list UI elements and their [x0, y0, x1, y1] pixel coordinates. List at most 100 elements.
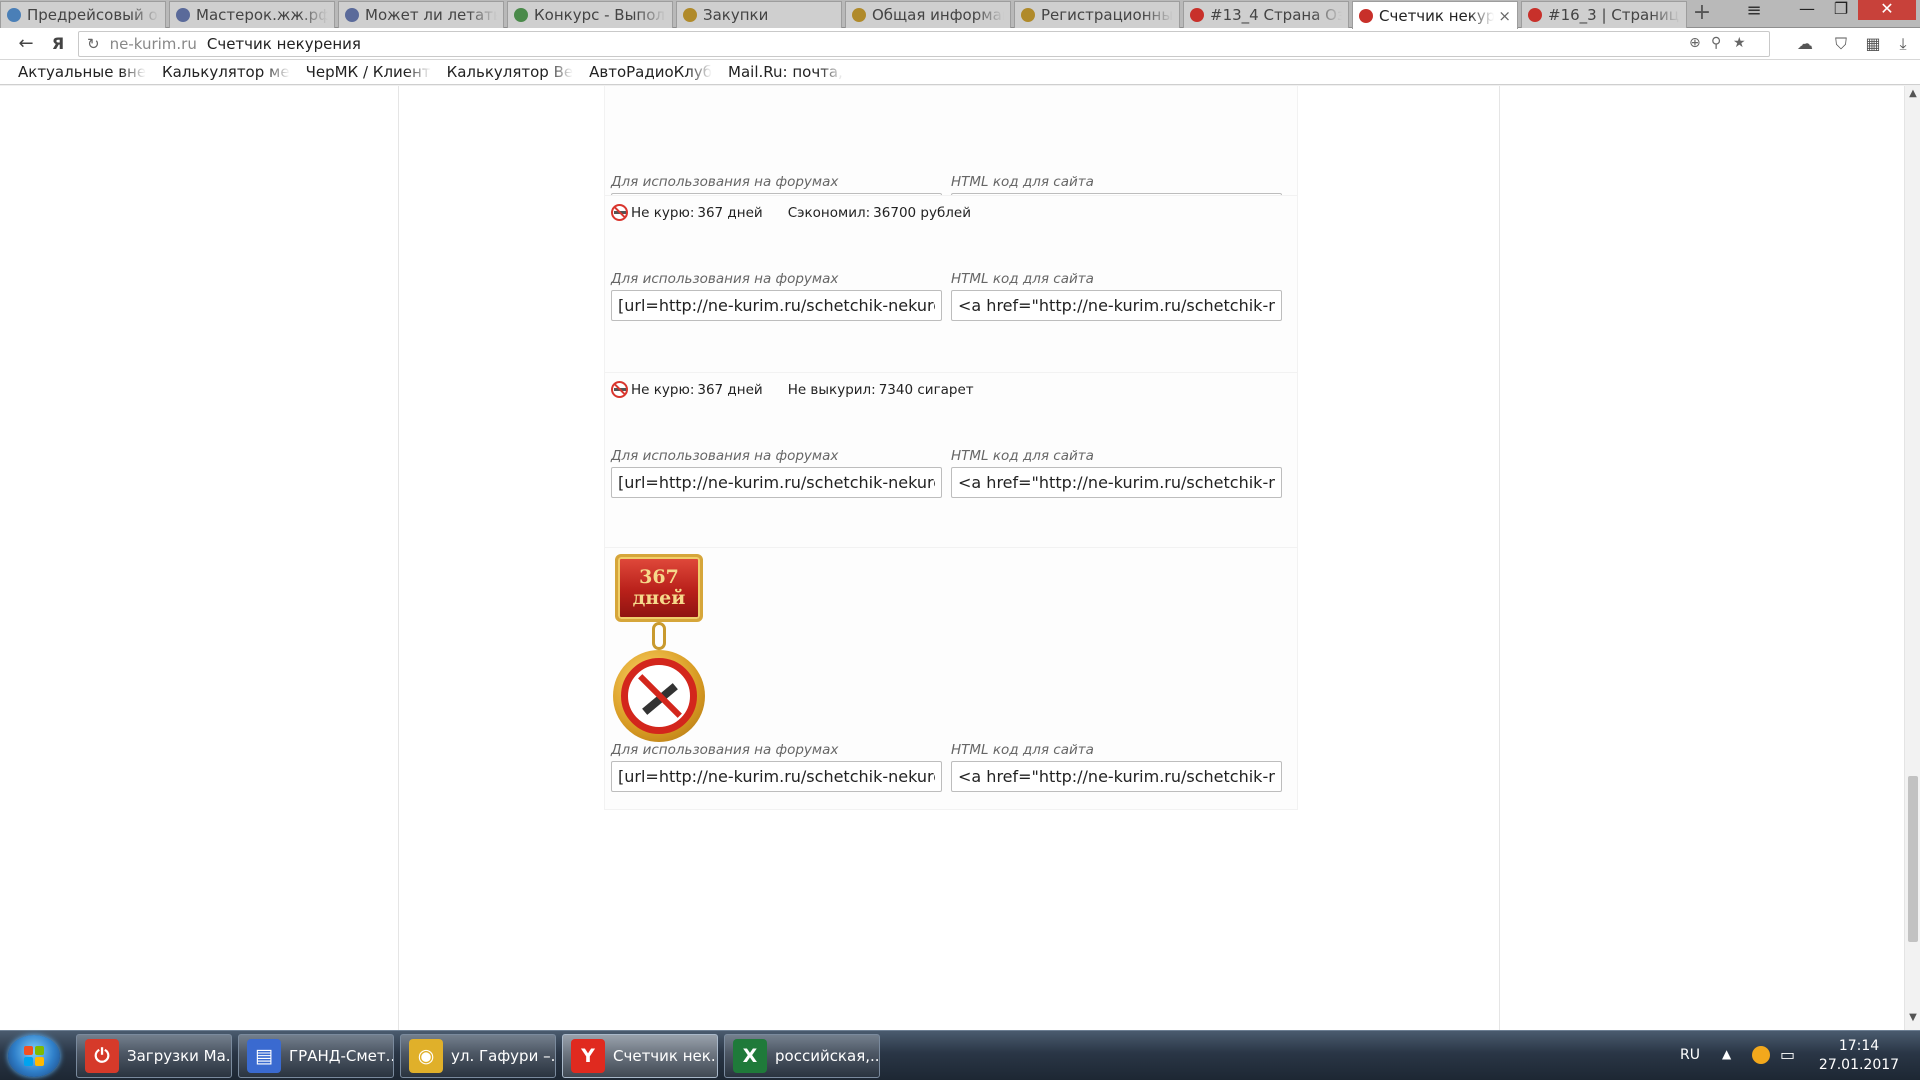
taskbar-task-0[interactable]: ⏻ Загрузки Ма...	[76, 1034, 232, 1078]
windows-logo-icon	[24, 1046, 44, 1066]
counter-label: Не выкурил:	[787, 381, 876, 398]
tab-3[interactable]: Конкурс - Выполнение	[507, 1, 673, 28]
clock-time: 17:14	[1838, 1038, 1880, 1054]
url-domain: ne-kurim.ru	[109, 35, 197, 53]
taskbar-task-4[interactable]: Xроссийская,...	[724, 1034, 880, 1078]
counter-money-value: 36700 рублей	[873, 204, 972, 221]
network-icon[interactable]: ▭	[1780, 1045, 1795, 1064]
forum-code-input[interactable]	[611, 467, 942, 498]
counter-line: Не курю: 367 дней Сэкономил: 36700 рубле…	[611, 204, 971, 221]
html-code-label: HTML код для сайта	[951, 271, 1094, 287]
browser-menu-button[interactable]: ≡	[1740, 0, 1768, 24]
emblem-icon	[1021, 8, 1035, 22]
tray-app-icon[interactable]	[1752, 1046, 1770, 1064]
medal-image: 367 дней	[613, 554, 705, 742]
windows-taskbar: ⏻ Загрузки Ма... ▤ ГРАНД-Смет... ◉ ул. Гафури…	[0, 1030, 1920, 1080]
emblem-icon	[852, 8, 866, 22]
scroll-down-arrow-icon[interactable]: ▼	[1905, 1012, 1920, 1026]
tab-2[interactable]: Может ли летать	[338, 1, 504, 28]
tab-title: Общая информация	[872, 6, 1004, 24]
bookmark-item[interactable]: Актуальные вне	[18, 63, 146, 81]
html-code-input[interactable]	[951, 467, 1282, 498]
tab-7[interactable]: #13_4 Страна Оз	[1183, 1, 1349, 28]
tab-4[interactable]: Закупки	[676, 1, 842, 28]
back-button[interactable]: ←	[14, 32, 38, 56]
tab-8[interactable]: Счетчик некурения×	[1352, 1, 1518, 29]
medal-inner-circle	[621, 658, 697, 734]
forum-code-label: Для использования на форумах	[611, 742, 839, 758]
forum-code-input[interactable]	[611, 290, 942, 321]
window-close-button[interactable]: ✕	[1858, 0, 1916, 20]
task-app-icon: ⏻	[85, 1039, 119, 1073]
yandex-logo-button[interactable]: Я	[46, 32, 70, 56]
forum-code-label: Для использования на форумах	[611, 271, 839, 287]
tab-title: #16_3 | Страница	[1548, 6, 1680, 24]
task-app-icon: ◉	[409, 1039, 443, 1073]
tab-9[interactable]: #16_3 | Страница	[1521, 1, 1687, 28]
url-field[interactable]: ↻ ne-kurim.ru Счетчик некурения ⊕ ⚲ ★	[78, 31, 1770, 57]
emblem-icon	[683, 8, 697, 22]
tab-title: Регистрационные	[1041, 6, 1173, 24]
user-icon	[176, 8, 190, 22]
no-smoking-icon	[611, 381, 628, 398]
window-maximize-button[interactable]: ❐	[1824, 0, 1858, 20]
counter-label: Не курю:	[631, 204, 695, 221]
tab-5[interactable]: Общая информация	[845, 1, 1011, 28]
task-label: ГРАНД-Смет...	[289, 1047, 393, 1065]
address-bar: ← Я ↻ ne-kurim.ru Счетчик некурения ⊕ ⚲ …	[0, 28, 1920, 60]
user-icon	[345, 8, 359, 22]
bookmark-star-icon[interactable]: ★	[1733, 35, 1746, 51]
tab-title: #13_4 Страна Оз	[1210, 6, 1342, 24]
system-clock[interactable]: 17:14 27.01.2017	[1810, 1037, 1908, 1075]
html-code-label: HTML код для сайта	[951, 448, 1094, 464]
protect-icon[interactable]: ⊕	[1689, 35, 1701, 51]
task-label: ул. Гафури –...	[451, 1047, 555, 1065]
medal-days-word: дней	[632, 587, 686, 609]
clock-date: 27.01.2017	[1818, 1057, 1900, 1073]
heart-icon	[1359, 8, 1373, 23]
medal-plate: 367 дней	[615, 554, 703, 622]
counter-label: Не курю:	[631, 381, 695, 398]
html-code-input[interactable]	[951, 761, 1282, 792]
extension-flag-icon[interactable]: ▦	[1862, 33, 1884, 55]
tab-0[interactable]: Предрейсовый осмотр	[0, 1, 166, 28]
start-button[interactable]	[8, 1035, 60, 1077]
heart-icon	[1190, 8, 1204, 22]
taskbar-task-3[interactable]: Y Счетчик нек...	[562, 1034, 718, 1078]
bookmark-item[interactable]: АвтоРадиоКлуб	[589, 63, 712, 81]
bookmarks-bar: Актуальные вне Калькулятор ме ЧерМК / Кл…	[0, 60, 1920, 85]
extension-shield-icon[interactable]: ⛉	[1830, 33, 1852, 55]
taskbar-task-2[interactable]: ◉ ул. Гафури –...	[400, 1034, 556, 1078]
tray-expand-icon[interactable]: ▲	[1722, 1047, 1731, 1061]
bookmark-item[interactable]: ЧерМК / Клиент	[306, 63, 431, 81]
downloads-icon[interactable]: ⤓	[1892, 33, 1914, 55]
extension-cloud-icon[interactable]: ☁	[1794, 33, 1816, 55]
bookmark-item[interactable]: Калькулятор ме	[162, 63, 290, 81]
window-minimize-button[interactable]: —	[1790, 0, 1824, 20]
html-code-input[interactable]	[951, 290, 1282, 321]
bookmark-item[interactable]: Mail.Ru: почта,	[728, 63, 843, 81]
counter-block-medal: 367 дней Для использования на форумах HT…	[604, 547, 1298, 810]
tab-close-icon[interactable]: ×	[1498, 7, 1511, 25]
tab-1[interactable]: Мастерок.жж.рф	[169, 1, 335, 28]
counter-line: Не курю: 367 дней Не выкурил: 7340 сигар…	[611, 381, 974, 398]
url-page-title: Счетчик некурения	[206, 35, 361, 53]
taskbar-task-1[interactable]: ▤ ГРАНД-Смет...	[238, 1034, 394, 1078]
zoom-icon[interactable]: ⚲	[1711, 35, 1721, 51]
medal-ring	[652, 622, 666, 650]
page-viewport: Для использования на форумах HTML код дл…	[0, 86, 1904, 1030]
task-app-icon: ▤	[247, 1039, 281, 1073]
bookmark-item[interactable]: Калькулятор Ве	[447, 63, 574, 81]
scroll-up-arrow-icon[interactable]: ▲	[1905, 88, 1920, 102]
tab-strip: Предрейсовый осмотр Мастерок.жж.рф Может л…	[0, 0, 1920, 29]
scrollbar-thumb[interactable]	[1908, 776, 1918, 942]
forum-code-input[interactable]	[611, 761, 942, 792]
page-scrollbar[interactable]: ▲ ▼	[1904, 86, 1920, 1030]
new-tab-button[interactable]: +	[1688, 2, 1716, 26]
language-indicator[interactable]: RU	[1680, 1047, 1700, 1063]
reload-icon[interactable]: ↻	[87, 35, 100, 53]
tab-title: Предрейсовый осмотр	[27, 6, 159, 24]
no-smoking-icon	[611, 204, 628, 221]
html-code-label: HTML код для сайта	[951, 742, 1094, 758]
tab-6[interactable]: Регистрационные	[1014, 1, 1180, 28]
